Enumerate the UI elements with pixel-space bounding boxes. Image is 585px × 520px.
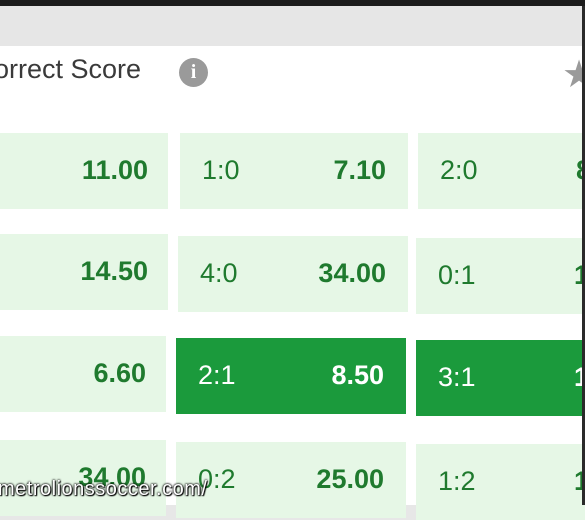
odds-cell[interactable]: 4:0 34.00: [178, 236, 408, 312]
odds-cell[interactable]: 0:2 25.00: [176, 442, 406, 518]
odds-value: 8.50: [331, 360, 384, 390]
top-bar: [0, 6, 585, 46]
score-label: 3:1: [438, 362, 476, 392]
score-label: 1:0: [202, 155, 240, 185]
score-label: 1:2: [438, 466, 476, 496]
odds-value: 25.00: [316, 464, 384, 494]
odds-value: 7.10: [333, 155, 386, 185]
score-label: 2:0: [440, 155, 478, 185]
odds-value: 11.00: [81, 155, 148, 185]
score-label: 0:1: [438, 260, 476, 290]
odds-cell[interactable]: 6.60: [0, 336, 166, 412]
odds-value: 34.00: [318, 258, 386, 288]
odds-cell-selected[interactable]: 3:1 15: [416, 340, 585, 416]
section-title: orrect Score: [0, 54, 142, 84]
score-label: 4:0: [200, 258, 238, 288]
odds-cell-selected[interactable]: 2:1 8.50: [176, 338, 406, 414]
info-icon[interactable]: i: [179, 58, 208, 87]
odds-cell[interactable]: 1:2 14: [416, 444, 585, 520]
odds-value: 6.60: [93, 358, 146, 388]
odds-value: 14.50: [80, 256, 148, 286]
odds-cell[interactable]: 14.50: [0, 234, 168, 310]
score-label: 2:1: [198, 360, 236, 390]
odds-cell[interactable]: 0:1 12: [416, 238, 585, 314]
odds-cell[interactable]: 2:0 8: [418, 133, 585, 209]
odds-cell[interactable]: 1:0 7.10: [180, 133, 408, 209]
watermark: metrolionssoccer.com/: [0, 478, 208, 500]
odds-cell[interactable]: 11.00: [0, 133, 168, 209]
